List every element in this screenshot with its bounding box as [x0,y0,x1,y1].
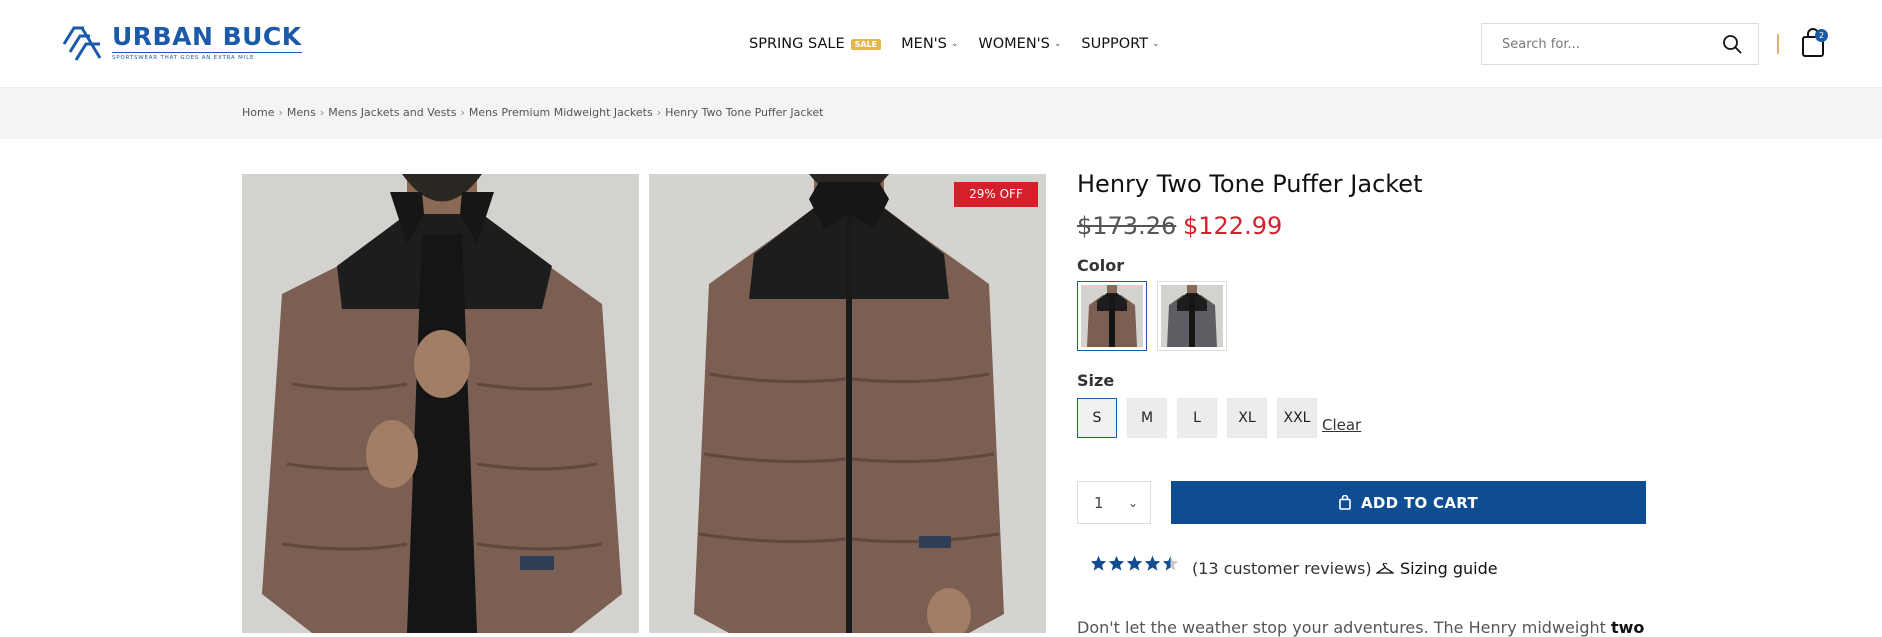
star-icon [1108,555,1125,571]
logo-mark-icon [62,26,102,61]
size-option-s[interactable]: S [1077,398,1117,438]
star-icon [1090,555,1107,571]
add-to-cart-label: ADD TO CART [1361,493,1478,512]
chevron-down-icon: ⌄ [1053,39,1062,49]
size-option-m[interactable]: M [1127,398,1167,438]
swatch-grey-thumbnail [1161,285,1223,347]
chevron-right-icon: › [656,106,662,119]
bag-icon [1339,495,1351,510]
chevron-right-icon: › [319,106,325,119]
nav-womens[interactable]: WOMEN'S ⌄ [978,36,1061,52]
chevron-down-icon: ⌄ [1152,39,1160,49]
breadcrumb-home[interactable]: Home [242,106,274,119]
site-header: URBAN BUCK SPORTSWEAR THAT GOES AN EXTRA… [0,0,1882,88]
breadcrumb-mens[interactable]: Mens [287,106,316,119]
header-divider [1777,34,1779,54]
brand-tagline: SPORTSWEAR THAT GOES AN EXTRA MILE [112,52,302,61]
star-half-icon [1162,555,1179,571]
search-input[interactable] [1502,36,1722,52]
nav-spring-sale-label: SPRING SALE [749,36,845,52]
product-image-front-zipped[interactable] [649,174,1046,633]
quantity-select[interactable]: 1 ⌄ [1077,481,1151,524]
quantity-value: 1 [1094,493,1104,512]
logo[interactable]: URBAN BUCK SPORTSWEAR THAT GOES AN EXTRA… [60,22,302,62]
rating-stars[interactable] [1090,555,1179,571]
nav-mens-label: MEN'S [901,36,947,52]
add-to-cart-button[interactable]: ADD TO CART [1171,481,1646,524]
hanger-icon [1376,562,1394,574]
color-swatch-grey[interactable] [1157,281,1227,351]
description-text: Don't let the weather stop your adventur… [1077,618,1606,637]
sizing-guide-label: Sizing guide [1400,559,1498,578]
nav-mens[interactable]: MEN'S ⌄ [901,36,958,52]
star-icon [1126,555,1143,571]
sizing-guide-link[interactable]: Sizing guide [1376,559,1498,578]
size-option-xxl[interactable]: XXL [1277,398,1317,438]
sale-price: $122.99 [1183,212,1283,240]
review-count-link[interactable]: (13 customer reviews) [1192,559,1372,578]
nav-support-label: SUPPORT [1081,36,1149,52]
brand-name: URBAN BUCK [112,22,302,51]
original-price: $173.26 [1077,212,1177,240]
chevron-down-icon: ⌄ [1127,495,1138,510]
chevron-down-icon: ⌄ [950,39,959,49]
nav-spring-sale[interactable]: SPRING SALE SALE [749,36,882,52]
cart-count-badge: 2 [1815,29,1828,42]
breadcrumb-current: Henry Two Tone Puffer Jacket [665,106,824,119]
product-image-front-open[interactable] [242,174,639,633]
search-icon[interactable] [1722,34,1742,54]
chevron-right-icon: › [278,106,283,119]
description-bold: two [1610,618,1645,637]
nav-womens-label: WOMEN'S [978,36,1050,52]
main-nav: SPRING SALE SALE MEN'S ⌄ WOMEN'S ⌄ SUPPO… [749,36,1160,52]
size-option-l[interactable]: L [1177,398,1217,438]
search-box [1481,23,1759,65]
sale-badge: SALE [850,38,882,50]
color-label: Color [1077,256,1125,275]
clear-selection-link[interactable]: Clear [1322,416,1361,434]
nav-support[interactable]: SUPPORT ⌄ [1081,36,1159,52]
chevron-right-icon: › [460,106,465,119]
breadcrumb-jackets-vests[interactable]: Mens Jackets and Vests [328,106,456,119]
color-swatch-brown[interactable] [1077,281,1147,351]
size-label: Size [1077,371,1115,390]
star-icon [1144,555,1161,571]
product-title: Henry Two Tone Puffer Jacket [1077,170,1423,198]
breadcrumb-midweight-jackets[interactable]: Mens Premium Midweight Jackets [469,106,653,119]
swatch-brown-thumbnail [1081,285,1143,347]
discount-badge: 29% OFF [954,182,1038,207]
breadcrumb: Home › Mens › Mens Jackets and Vests › M… [242,106,823,119]
size-option-xl[interactable]: XL [1227,398,1267,438]
product-description: Don't let the weather stop your adventur… [1077,618,1644,637]
